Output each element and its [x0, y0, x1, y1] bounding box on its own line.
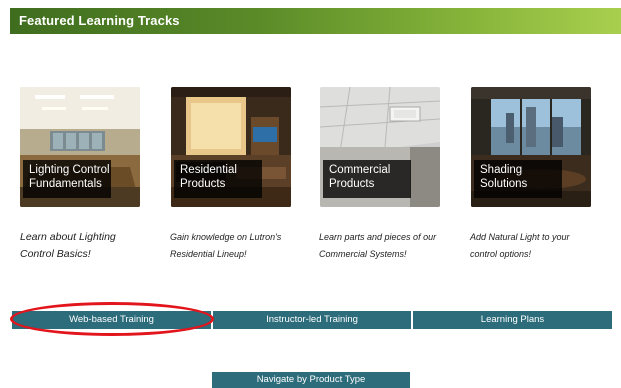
caption-line: Solutions [480, 177, 528, 190]
track-caption: Residential Products [174, 160, 262, 198]
track-caption: Shading Solutions [474, 160, 562, 198]
description-line: Control Basics! [20, 248, 91, 260]
caption-line: Fundamentals [29, 177, 102, 190]
description-line: Learn about Lighting [20, 231, 116, 243]
description-line: Residential Lineup! [170, 249, 247, 259]
caption-line: Commercial [329, 164, 391, 176]
track-card-commercial[interactable]: Commercial Products [320, 87, 440, 207]
track-description-lighting: Learn about Lighting Control Basics! [20, 229, 160, 263]
track-card-lighting-control[interactable]: Lighting Control Fundamentals [20, 87, 140, 207]
track-description-shading: Add Natural Light to your control option… [470, 229, 610, 263]
section-header: Featured Learning Tracks [10, 8, 621, 34]
description-line: Commercial Systems! [319, 249, 407, 259]
learning-plans-tab[interactable]: Learning Plans [413, 311, 612, 329]
caption-line: Products [180, 177, 226, 190]
track-caption: Commercial Products [323, 160, 411, 198]
description-line: Gain knowledge on Lutron's [170, 232, 282, 242]
caption-line: Shading [480, 164, 523, 176]
track-card-shading[interactable]: Shading Solutions [471, 87, 591, 207]
instructor-led-training-tab[interactable]: Instructor-led Training [213, 311, 411, 329]
track-description-residential: Gain knowledge on Lutron's Residential L… [170, 229, 310, 263]
navigate-by-product-type-button[interactable]: Navigate by Product Type [212, 372, 410, 388]
description-line: control options! [470, 249, 532, 259]
highlight-circle [10, 302, 214, 336]
description-line: Add Natural Light to your [470, 232, 570, 242]
caption-line: Lighting Control [29, 164, 110, 176]
section-title: Featured Learning Tracks [19, 13, 180, 28]
track-description-commercial: Learn parts and pieces of our Commercial… [319, 229, 459, 263]
track-card-residential[interactable]: Residential Products [171, 87, 291, 207]
description-line: Learn parts and pieces of our [319, 232, 437, 242]
track-caption: Lighting Control Fundamentals [23, 160, 111, 198]
caption-line: Residential [180, 164, 237, 176]
caption-line: Products [329, 177, 375, 190]
